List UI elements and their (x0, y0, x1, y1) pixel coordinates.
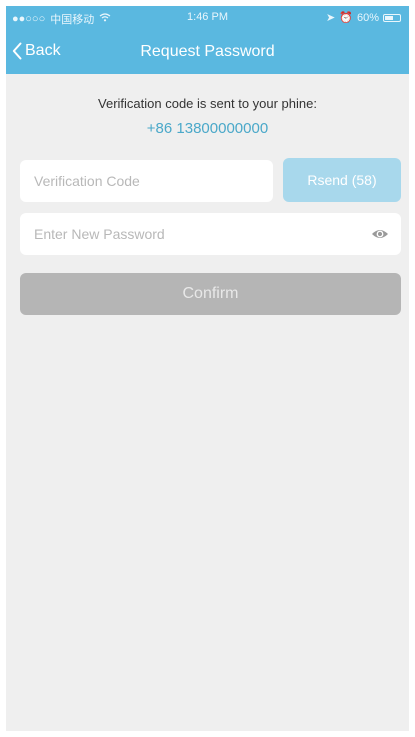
verification-code-input[interactable] (20, 160, 273, 202)
location-icon: ➤ (326, 12, 336, 24)
new-password-field (20, 213, 401, 255)
header: ●●○○○ 中国移动 1:46 PM ➤ ⏰ 60% Back Request … (6, 6, 409, 74)
battery-percent: 60% (356, 11, 379, 24)
page-title: Request Password (140, 43, 275, 60)
status-right: ➤ ⏰ 60% (326, 11, 401, 24)
resend-button[interactable]: Rsend (58) (283, 158, 401, 202)
nav-bar: Back Request Password (6, 34, 409, 68)
new-password-input[interactable] (20, 213, 401, 255)
app-screen: ●●○○○ 中国移动 1:46 PM ➤ ⏰ 60% Back Request … (6, 6, 409, 731)
status-bar: ●●○○○ 中国移动 1:46 PM ➤ ⏰ 60% (6, 6, 409, 28)
phone-number: +86 13800000000 (146, 120, 269, 137)
eye-icon[interactable] (371, 227, 389, 241)
confirm-button[interactable]: Confirm (20, 273, 401, 315)
verification-code-field (20, 160, 273, 202)
alarm-icon: ⏰ (339, 12, 353, 24)
verification-message: Verification code is sent to your phine: (98, 96, 317, 111)
battery-icon (383, 13, 401, 22)
